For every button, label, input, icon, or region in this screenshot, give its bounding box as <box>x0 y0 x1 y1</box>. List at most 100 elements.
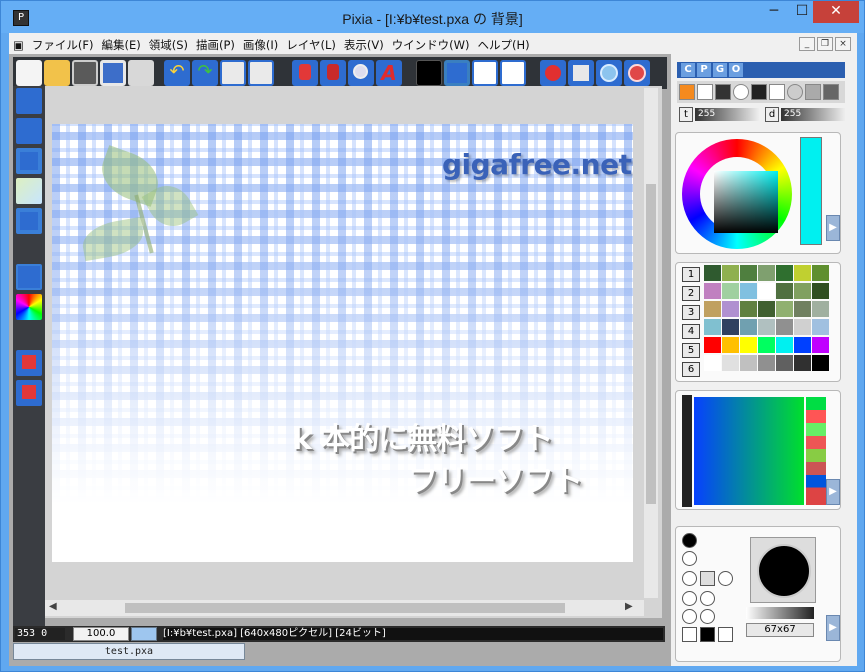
swatch[interactable] <box>704 301 721 317</box>
swatch[interactable] <box>776 319 793 335</box>
swatch[interactable] <box>722 265 739 281</box>
palette-row-button[interactable]: 4 <box>682 324 700 339</box>
swatch[interactable] <box>758 283 775 299</box>
line-icon[interactable] <box>697 84 713 100</box>
t-value-slider[interactable]: 255 <box>695 108 759 121</box>
swatch[interactable] <box>776 265 793 281</box>
gradient-icon[interactable] <box>16 178 42 204</box>
swatch[interactable] <box>776 301 793 317</box>
swatch[interactable] <box>794 337 811 353</box>
tab-p[interactable]: P <box>697 63 711 77</box>
brush-icon[interactable] <box>16 88 42 114</box>
brush-shape-icon[interactable] <box>718 571 733 586</box>
swatch[interactable] <box>740 265 757 281</box>
hue-wheel[interactable] <box>682 139 792 249</box>
menu-view[interactable]: 表示(V) <box>340 33 388 53</box>
brush-shape-icon[interactable] <box>682 609 697 624</box>
tab-c[interactable]: C <box>681 63 695 77</box>
document-tab[interactable]: test.pxa <box>13 643 245 660</box>
vertical-scrollbar[interactable] <box>644 88 658 598</box>
brush-density-slider[interactable] <box>746 607 814 619</box>
mdi-minimize-button[interactable]: _ <box>799 37 815 51</box>
save-icon[interactable] <box>100 60 126 86</box>
smudge-icon[interactable] <box>805 84 821 100</box>
scroll-left-icon[interactable]: ◀ <box>49 601 57 612</box>
swatch[interactable] <box>812 301 829 317</box>
open-folder-icon[interactable] <box>44 60 70 86</box>
menu-window[interactable]: ウインドウ(W) <box>388 33 474 53</box>
swatch[interactable] <box>740 337 757 353</box>
frame-icon[interactable] <box>16 208 42 234</box>
print-icon[interactable] <box>128 60 154 86</box>
zoom-arrow-icon[interactable] <box>131 627 157 641</box>
new-file-icon[interactable] <box>16 60 42 86</box>
resize-icon[interactable] <box>444 60 470 86</box>
undo-icon[interactable]: ↶ <box>164 60 190 86</box>
swatch[interactable] <box>740 301 757 317</box>
swatch[interactable] <box>812 283 829 299</box>
paste-icon[interactable] <box>248 60 274 86</box>
menu-edit[interactable]: 編集(E) <box>97 33 144 53</box>
menu-draw[interactable]: 描画(P) <box>192 33 239 53</box>
swatch[interactable] <box>704 265 721 281</box>
swatch[interactable] <box>812 265 829 281</box>
mdi-close-button[interactable]: × <box>835 37 851 51</box>
expand-arrow-icon[interactable]: ▶ <box>826 615 840 641</box>
brush-shape-icon[interactable] <box>682 627 697 642</box>
swatch[interactable] <box>722 355 739 371</box>
magnifier-icon[interactable] <box>348 60 374 86</box>
brush-shape-icon[interactable] <box>682 533 697 548</box>
palette-row-button[interactable]: 1 <box>682 267 700 282</box>
palette-row-button[interactable]: 5 <box>682 343 700 358</box>
brush-size-field[interactable]: 67x67 <box>746 623 814 637</box>
color-picker-icon[interactable] <box>16 294 42 320</box>
brush-shape-icon[interactable] <box>700 609 715 624</box>
swatch[interactable] <box>794 265 811 281</box>
pen-tool-icon[interactable] <box>320 60 346 86</box>
scroll-thumb[interactable] <box>646 184 656 504</box>
fill-bucket-icon[interactable] <box>292 60 318 86</box>
saturation-square[interactable] <box>714 171 778 233</box>
swatch[interactable] <box>758 265 775 281</box>
swatch[interactable] <box>758 355 775 371</box>
menu-layer[interactable]: レイヤ(L) <box>282 33 340 53</box>
swatch[interactable] <box>722 301 739 317</box>
tab-g[interactable]: G <box>713 63 727 77</box>
swatch[interactable] <box>704 355 721 371</box>
brush-shape-icon[interactable] <box>682 551 697 566</box>
dark-brush-icon[interactable] <box>751 84 767 100</box>
bucket-fill-icon[interactable] <box>16 350 42 376</box>
swatch[interactable] <box>722 319 739 335</box>
current-color[interactable] <box>800 137 822 245</box>
palette-row-button[interactable]: 6 <box>682 362 700 377</box>
zoom-field[interactable]: 100.0 <box>73 627 129 641</box>
redo-icon[interactable]: ↷ <box>192 60 218 86</box>
bucket-pattern-icon[interactable] <box>16 380 42 406</box>
curve-icon[interactable] <box>769 84 785 100</box>
swatch[interactable] <box>812 355 829 371</box>
document-icon[interactable] <box>500 60 526 86</box>
swatch[interactable] <box>722 337 739 353</box>
brush-shape-icon[interactable] <box>700 571 715 586</box>
brush-shape-icon[interactable] <box>700 627 715 642</box>
d-value-slider[interactable]: 255 <box>781 108 845 121</box>
scroll-thumb[interactable] <box>125 603 565 613</box>
swatch[interactable] <box>812 319 829 335</box>
swatch[interactable] <box>740 283 757 299</box>
mdi-restore-button[interactable]: ❐ <box>817 37 833 51</box>
swatch[interactable] <box>704 283 721 299</box>
swatch[interactable] <box>776 355 793 371</box>
copy-icon[interactable] <box>220 60 246 86</box>
brush-shape-icon[interactable] <box>682 591 697 606</box>
menu-file[interactable]: ファイル(F) <box>28 33 98 53</box>
close-button[interactable]: ✕ <box>813 1 859 23</box>
swatch[interactable] <box>794 301 811 317</box>
menu-image[interactable]: 画像(I) <box>239 33 282 53</box>
palette-row-button[interactable]: 3 <box>682 305 700 320</box>
eraser-icon[interactable] <box>823 84 839 100</box>
brush-shape-icon[interactable] <box>718 627 733 642</box>
expand-arrow-icon[interactable]: ▶ <box>826 479 840 505</box>
horizontal-scrollbar[interactable]: ◀ ▶ <box>45 600 644 616</box>
delete-layer-icon[interactable] <box>16 264 42 290</box>
record-icon[interactable] <box>540 60 566 86</box>
